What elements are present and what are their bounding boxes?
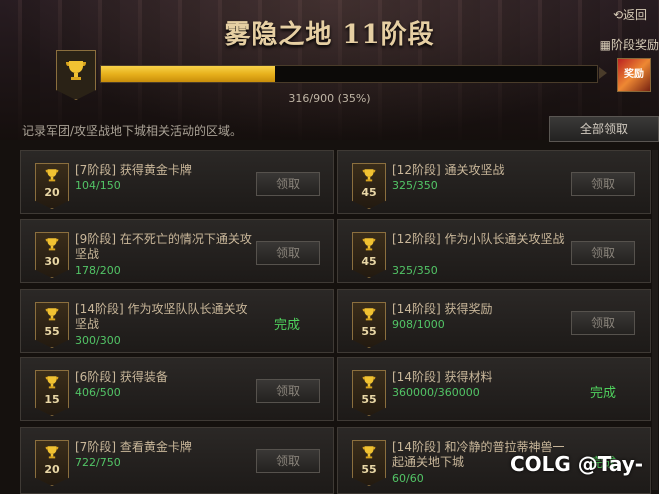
reward-item-icon[interactable]: 奖励 [617, 58, 651, 92]
achievement-progress: 908/1000 [392, 318, 445, 331]
achievement-card: 20 [7阶段] 查看黄金卡牌 722/750 领取 [20, 427, 334, 494]
badge-number: 45 [361, 186, 377, 199]
achievement-title: [14阶段] 获得奖励 [392, 302, 493, 316]
trophy-icon [36, 168, 68, 182]
trophy-icon [353, 307, 385, 321]
stage-reward-label: 阶段奖励 [610, 38, 659, 52]
trophy-icon [353, 375, 385, 389]
stage-badge: 45 [352, 163, 386, 209]
claim-button[interactable]: 领取 [256, 172, 320, 196]
achievement-progress: 104/150 [75, 179, 121, 192]
achievement-card: 55 [14阶段] 作为攻坚队队长通关攻坚战 300/300 完成 [20, 289, 334, 353]
back-button[interactable]: ⟲返回 [613, 6, 647, 23]
achievement-progress: 325/350 [392, 179, 438, 192]
claim-button[interactable]: 领取 [256, 379, 320, 403]
stage-progress-text: 316/900 (35%) [288, 92, 371, 105]
achievement-progress: 300/300 [75, 334, 121, 347]
trophy-icon [353, 445, 385, 459]
achievement-progress: 178/200 [75, 264, 121, 277]
badge-number: 55 [361, 325, 377, 338]
achievement-progress: 406/500 [75, 386, 121, 399]
achievement-title: [12阶段] 作为小队长通关攻坚战 [392, 232, 565, 246]
badge-number: 20 [44, 186, 60, 199]
achievement-card: 45 [12阶段] 作为小队长通关攻坚战 325/350 领取 [337, 219, 651, 283]
achievement-card: 30 [9阶段] 在不死亡的情况下通关攻坚战 178/200 领取 [20, 219, 334, 283]
trophy-icon [353, 168, 385, 182]
achievement-title: [6阶段] 获得装备 [75, 370, 168, 384]
progress-arrow-icon [599, 67, 607, 79]
achievement-progress: 60/60 [392, 472, 424, 485]
stage-badge: 55 [352, 302, 386, 348]
claim-button[interactable]: 领取 [256, 241, 320, 265]
achievement-progress: 722/750 [75, 456, 121, 469]
area-description: 记录军团/攻坚战地下城相关活动的区域。 [22, 124, 243, 138]
scrollbar[interactable] [652, 150, 658, 490]
trophy-icon [36, 445, 68, 459]
achievement-progress: 360000/360000 [392, 386, 480, 399]
achievement-title: [14阶段] 作为攻坚队队长通关攻坚战 [75, 302, 248, 331]
completed-label: 完成 [590, 386, 617, 401]
stage-progress-bar [100, 65, 598, 83]
claim-button[interactable]: 领取 [571, 311, 635, 335]
stage-progress-fill [101, 66, 275, 82]
trophy-icon [66, 61, 86, 80]
stage-badge: 20 [35, 163, 69, 209]
achievement-card: 55 [14阶段] 获得材料 360000/360000 完成 [337, 357, 651, 421]
badge-number: 30 [44, 255, 60, 268]
achievement-title: [14阶段] 获得材料 [392, 370, 493, 384]
stage-badge: 55 [352, 370, 386, 416]
stage-badge: 30 [35, 232, 69, 278]
badge-number: 45 [361, 255, 377, 268]
claim-all-button[interactable]: 全部领取 [549, 116, 659, 142]
stage-reward-link[interactable]: ▦阶段奖励 [600, 36, 659, 53]
badge-number: 55 [361, 393, 377, 406]
stage-badge: 55 [35, 302, 69, 348]
trophy-icon [353, 237, 385, 251]
achievement-title: [12阶段] 通关攻坚战 [392, 163, 505, 177]
achievement-title: [9阶段] 在不死亡的情况下通关攻坚战 [75, 232, 252, 261]
trophy-icon [36, 307, 68, 321]
achievement-progress: 325/350 [392, 264, 438, 277]
badge-number: 55 [361, 463, 377, 476]
badge-number: 15 [44, 393, 60, 406]
badge-number: 20 [44, 463, 60, 476]
grid-icon: ▦ [599, 38, 611, 52]
claim-button[interactable]: 领取 [571, 241, 635, 265]
stage-badge: 55 [352, 440, 386, 486]
stage-badge: 15 [35, 370, 69, 416]
badge-number: 55 [44, 325, 60, 338]
watermark: COLG @Tay- [510, 452, 644, 476]
claim-button[interactable]: 领取 [256, 449, 320, 473]
stage-badge: 45 [352, 232, 386, 278]
completed-label: 完成 [274, 318, 301, 333]
achievement-title: [7阶段] 查看黄金卡牌 [75, 440, 192, 454]
stage-badge: 20 [35, 440, 69, 486]
trophy-icon [36, 237, 68, 251]
page-title: 雾隐之地 11阶段 [224, 20, 435, 50]
achievement-card: 15 [6阶段] 获得装备 406/500 领取 [20, 357, 334, 421]
achievement-card: 45 [12阶段] 通关攻坚战 325/350 领取 [337, 150, 651, 214]
achievement-title: [7阶段] 获得黄金卡牌 [75, 163, 192, 177]
achievement-card: 55 [14阶段] 获得奖励 908/1000 领取 [337, 289, 651, 353]
trophy-icon [36, 375, 68, 389]
claim-button[interactable]: 领取 [571, 172, 635, 196]
achievement-card: 20 [7阶段] 获得黄金卡牌 104/150 领取 [20, 150, 334, 214]
